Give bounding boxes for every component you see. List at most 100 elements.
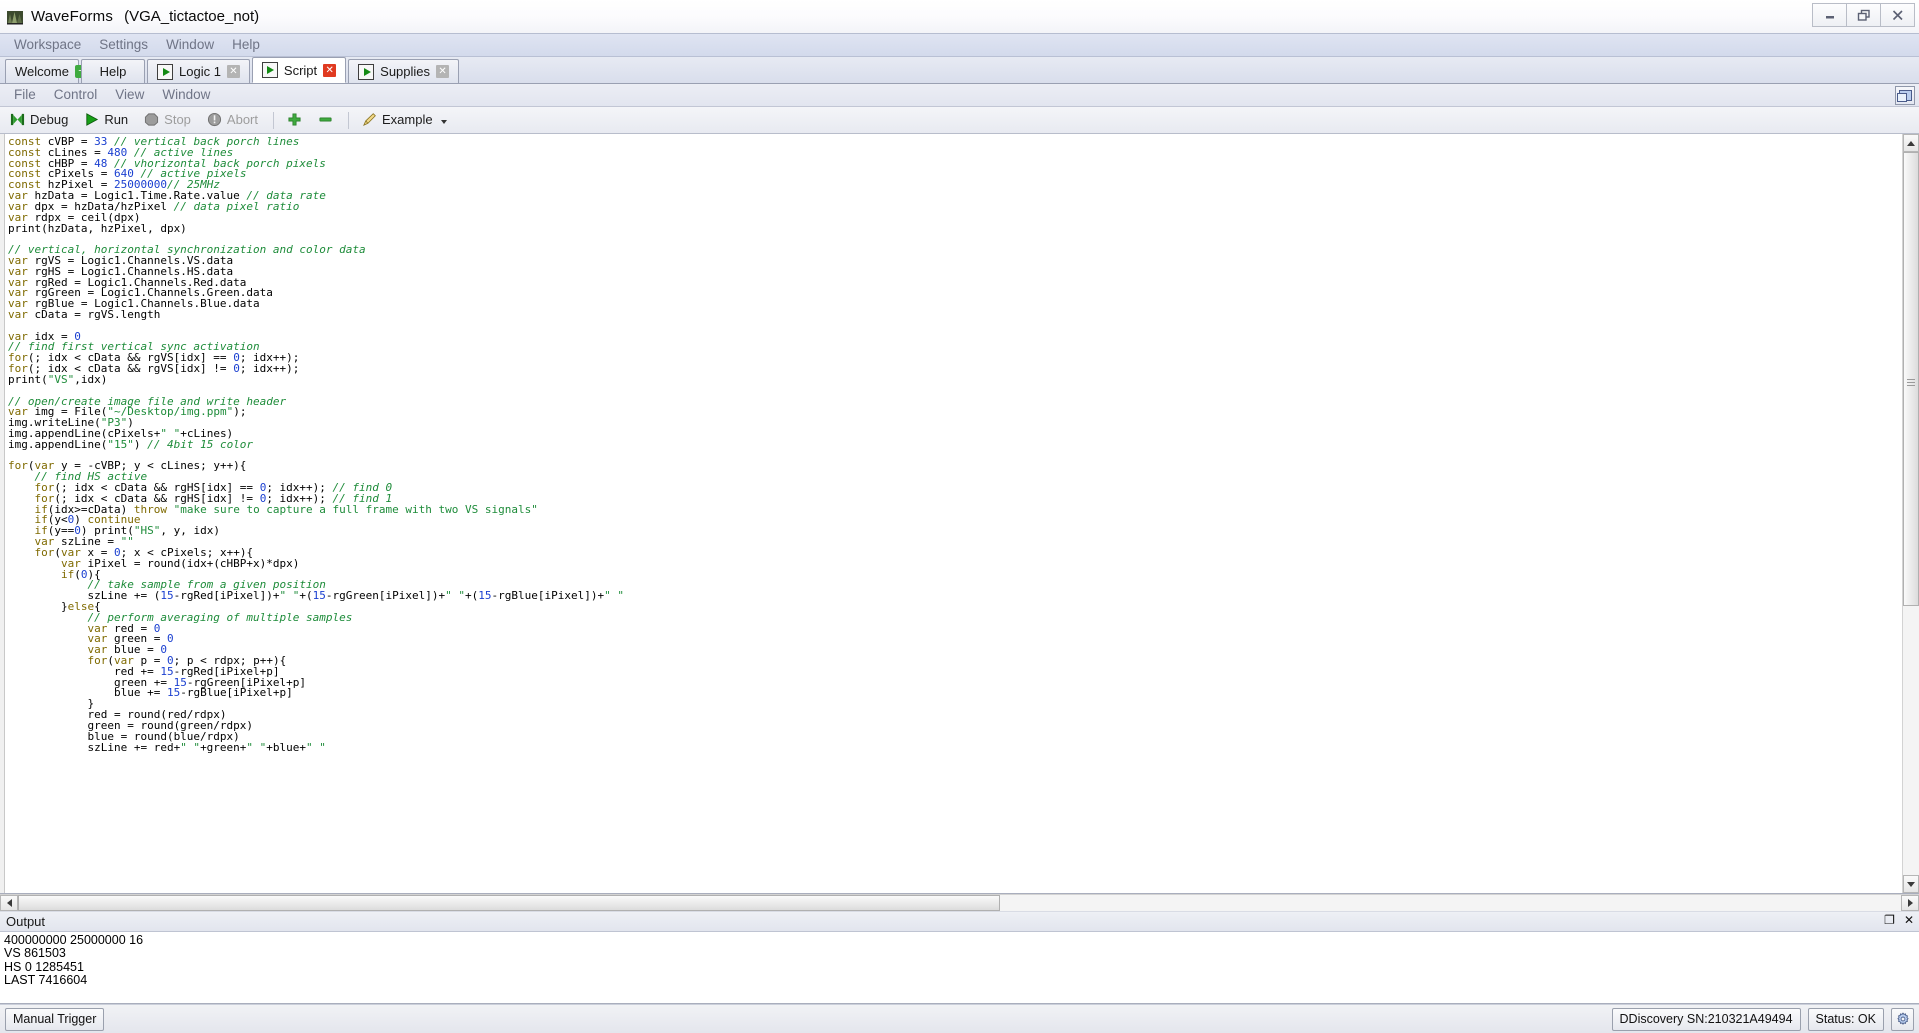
vscroll-thumb[interactable] (1903, 152, 1919, 606)
menu-settings[interactable]: Settings (91, 36, 158, 54)
add-script-button[interactable] (281, 109, 310, 131)
code-line: green = round(green/rdpx) (8, 718, 254, 732)
code-line: var rgGreen = Logic1.Channels.Green.data (8, 286, 273, 300)
code-line: var idx = 0 (8, 329, 81, 343)
gear-icon[interactable] (1891, 1007, 1914, 1031)
script-menu-window[interactable]: Window (154, 86, 220, 104)
chevron-down-icon[interactable] (440, 120, 447, 124)
script-menu-view[interactable]: View (107, 86, 154, 104)
script-menu-control[interactable]: Control (46, 86, 108, 104)
script-menu-file[interactable]: File (6, 86, 46, 104)
remove-script-button[interactable] (312, 109, 341, 131)
status-badge[interactable]: Status: OK (1807, 1007, 1884, 1031)
stop-button[interactable]: Stop (138, 109, 199, 131)
menu-window[interactable]: Window (158, 36, 224, 54)
code-line: img.appendLine(cPixels+" "+cLines) (8, 426, 234, 440)
toolbar-separator (273, 111, 274, 129)
tab-script[interactable]: Script ✕ (251, 57, 347, 83)
device-status-button[interactable]: DDiscovery SN:210321A49494 (1611, 1007, 1801, 1031)
editor-horizontal-scrollbar[interactable] (0, 894, 1919, 911)
main-menu-bar: Workspace Settings Window Help (0, 34, 1919, 57)
code-line: var dpx = hzData/hzPixel // data pixel r… (8, 199, 300, 213)
code-line: szLine += (15-rgRed[iPixel])+" "+(15-rgG… (8, 589, 624, 603)
tab-help-label: Help (99, 64, 127, 79)
code-line: var rgHS = Logic1.Channels.HS.data (8, 264, 234, 278)
stop-label: Stop (164, 112, 191, 127)
code-text[interactable]: const cVBP = 33 // vertical back porch l… (5, 134, 1902, 893)
abort-icon (207, 112, 221, 127)
abort-label: Abort (226, 112, 258, 127)
debug-button[interactable]: Debug (4, 109, 76, 131)
code-line: var rgBlue = Logic1.Channels.Blue.data (8, 297, 260, 311)
code-line: var rgRed = Logic1.Channels.Red.data (8, 275, 247, 289)
code-line: // perform averaging of multiple samples (8, 610, 353, 624)
vscroll-track[interactable] (1903, 152, 1919, 875)
code-line: print(hzData, hzPixel, dpx) (8, 221, 187, 235)
tab-help[interactable]: Help (81, 59, 145, 83)
example-label: Example (382, 112, 433, 127)
scroll-down-button[interactable] (1903, 875, 1919, 893)
run-button[interactable]: Run (78, 109, 136, 131)
instrument-tab-bar: Welcome + Help Logic 1 ✕ Script ✕ Suppli… (0, 57, 1919, 84)
code-line: for(var y = -cVBP; y < cLines; y++){ (8, 459, 247, 473)
close-icon[interactable]: ✕ (1904, 914, 1914, 926)
code-line: if(idx>=cData) throw "make sure to captu… (34, 502, 538, 516)
manual-trigger-button[interactable]: Manual Trigger (5, 1007, 105, 1031)
tab-supplies-label: Supplies (380, 64, 431, 79)
run-icon (358, 63, 375, 80)
output-panel: Output ❐ ✕ 400000000 25000000 16 VS 86150… (0, 911, 1919, 1004)
output-title: Output (6, 914, 46, 929)
tab-logic-1-label: Logic 1 (179, 64, 221, 79)
code-line: print("VS",idx) (8, 372, 108, 386)
window-controls (1812, 3, 1915, 27)
code-line: // open/create image file and write head… (8, 394, 287, 408)
code-line: var rdpx = ceil(dpx) (8, 210, 141, 224)
code-line: const cVBP = 33 // vertical back porch l… (8, 135, 300, 148)
waveforms-window: WaveForms (VGA_tictactoe_not) Workspace … (0, 0, 1919, 1033)
menu-help[interactable]: Help (224, 36, 270, 54)
output-header-buttons: ❐ ✕ (1884, 914, 1914, 926)
scroll-left-button[interactable] (0, 895, 18, 911)
float-icon[interactable]: ❐ (1884, 914, 1895, 926)
code-line: img.appendLine("15") // 4bit 15 color (8, 437, 254, 451)
close-icon[interactable]: ✕ (436, 65, 450, 78)
scroll-right-button[interactable] (1901, 895, 1919, 911)
tab-logic-1[interactable]: Logic 1 ✕ (147, 59, 250, 83)
restore-button[interactable] (1846, 3, 1881, 27)
hscroll-track[interactable] (18, 895, 1901, 911)
code-line: for(var p = 0; p < rdpx; p++){ (87, 654, 287, 667)
close-icon[interactable]: ✕ (226, 65, 240, 78)
project-name: (VGA_tictactoe_not) (124, 8, 260, 25)
tab-script-label: Script (283, 62, 318, 78)
code-line: var blue = 0 (87, 643, 167, 657)
example-button[interactable]: Example (356, 109, 455, 131)
run-label: Run (104, 112, 129, 127)
script-editor[interactable]: const cVBP = 33 // vertical back porch l… (0, 134, 1919, 894)
float-window-icon[interactable] (1895, 86, 1915, 105)
minimize-button[interactable] (1812, 3, 1847, 27)
output-line: 400000000 25000000 16 (4, 933, 144, 947)
close-icon[interactable]: ✕ (323, 63, 337, 77)
scroll-up-button[interactable] (1903, 134, 1919, 152)
tab-supplies[interactable]: Supplies ✕ (348, 59, 460, 83)
code-line: if(y==0) print("HS", y, idx) (34, 524, 220, 538)
code-line: var img = File("~/Desktop/img.ppm"); (8, 405, 247, 419)
abort-button[interactable]: Abort (201, 109, 266, 131)
tab-welcome[interactable]: Welcome + (5, 59, 88, 83)
code-line: } (8, 697, 95, 711)
app-title: WaveForms (31, 8, 114, 25)
close-button[interactable] (1880, 3, 1915, 27)
code-line: const cHBP = 48 // vhorizontal back porc… (8, 156, 326, 170)
run-icon (261, 62, 278, 78)
tab-welcome-label: Welcome (15, 64, 69, 79)
menu-workspace[interactable]: Workspace (6, 36, 91, 54)
code-line: var green = 0 (87, 632, 174, 646)
output-line: HS 0 1285451 (4, 959, 84, 974)
code-line: red = round(red/rdpx) (8, 708, 227, 722)
minus-icon (319, 117, 332, 122)
editor-vertical-scrollbar[interactable] (1902, 134, 1919, 893)
hscroll-thumb[interactable] (18, 895, 1000, 911)
